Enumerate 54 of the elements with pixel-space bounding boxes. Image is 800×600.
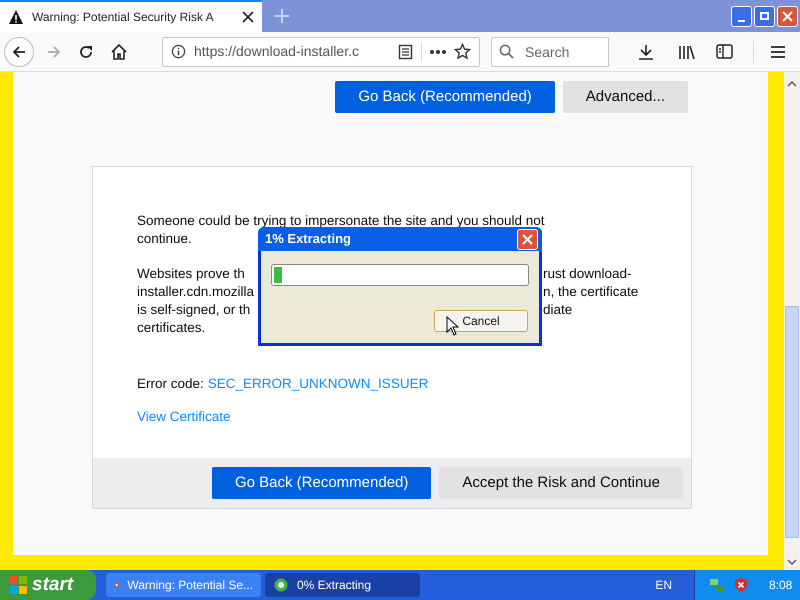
dialog-title: 1% Extracting xyxy=(265,230,352,248)
minimize-button[interactable] xyxy=(731,6,752,26)
star-icon[interactable] xyxy=(454,43,471,60)
taskbar-button[interactable]: Warning: Potential Se... xyxy=(106,573,261,597)
back-button[interactable] xyxy=(4,36,34,66)
menu-icon[interactable] xyxy=(770,44,786,58)
url-bar[interactable]: https://download-installer.c xyxy=(162,36,480,66)
error-code-link[interactable]: SEC_ERROR_UNKNOWN_ISSUER xyxy=(208,375,428,393)
mouse-cursor-icon xyxy=(446,316,459,336)
windows-logo-icon xyxy=(8,575,28,595)
app-icon xyxy=(273,577,289,593)
paragraph-line: installer.cdn.mozilla xyxy=(137,283,256,301)
advanced-button[interactable]: Advanced... xyxy=(562,81,688,113)
reader-view-icon[interactable] xyxy=(398,44,413,60)
paragraph-line: is self-signed, or th xyxy=(137,301,252,319)
reload-icon[interactable] xyxy=(78,44,94,60)
paragraph-line: continue. xyxy=(137,230,192,248)
close-icon[interactable] xyxy=(242,11,254,23)
more-icon[interactable] xyxy=(430,50,446,54)
taskbar-button[interactable]: 0% Extracting xyxy=(265,573,420,597)
search-field[interactable]: Search xyxy=(491,36,609,66)
clock: 8:08 xyxy=(769,577,792,594)
library-icon[interactable] xyxy=(678,44,696,60)
paragraph-line: certificates. xyxy=(137,319,206,337)
accept-risk-button[interactable]: Accept the Risk and Continue xyxy=(439,467,683,499)
paragraph-line: rust download- xyxy=(543,265,632,283)
view-certificate-link[interactable]: View Certificate xyxy=(137,408,231,426)
paragraph-line: diate xyxy=(543,301,572,319)
language-indicator[interactable]: EN xyxy=(655,576,672,594)
search-icon xyxy=(499,44,514,58)
sidebar-icon[interactable] xyxy=(716,44,733,59)
go-back-button[interactable]: Go Back (Recommended) xyxy=(212,467,432,499)
scrollbar-thumb[interactable] xyxy=(785,306,799,538)
restore-button[interactable] xyxy=(754,6,775,26)
back-arrow-icon xyxy=(11,44,27,60)
go-back-button[interactable]: Go Back (Recommended) xyxy=(335,81,555,113)
home-icon[interactable] xyxy=(110,42,128,60)
start-button[interactable]: start xyxy=(0,570,96,600)
paragraph-line: Websites prove th xyxy=(137,265,246,283)
error-code-label: Error code: xyxy=(137,375,204,393)
close-icon xyxy=(782,10,793,22)
paragraph-line: n, the certificate xyxy=(543,283,638,301)
paragraph-line: Someone could be trying to impersonate the site and you should not xyxy=(137,212,545,230)
close-button[interactable] xyxy=(517,228,538,250)
download-icon[interactable] xyxy=(638,44,654,60)
warning-icon xyxy=(8,9,24,25)
close-icon xyxy=(522,234,533,244)
info-icon[interactable] xyxy=(171,44,186,59)
cancel-button[interactable]: Cancel xyxy=(434,310,528,332)
shield-icon[interactable] xyxy=(733,577,749,593)
url-text: https://download-installer.c xyxy=(194,42,360,61)
close-button[interactable] xyxy=(777,6,798,26)
browser-tab[interactable]: Warning: Potential Security Risk A xyxy=(0,0,262,32)
tab-title: Warning: Potential Security Risk A xyxy=(32,9,215,26)
